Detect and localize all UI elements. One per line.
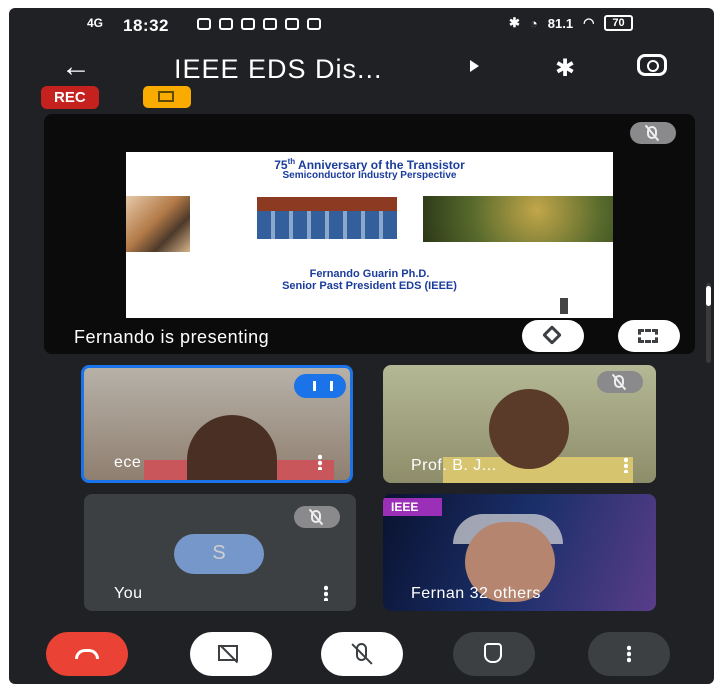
fullscreen-icon[interactable]	[618, 320, 680, 352]
slide-image-fab-top	[257, 197, 397, 211]
participant-tile[interactable]: Prof. B. J...	[383, 365, 656, 483]
bluetooth-status-icon: ✱	[509, 15, 520, 30]
mic-off-icon	[597, 371, 643, 393]
mic-off-icon	[294, 506, 340, 528]
more-vert-icon[interactable]	[624, 457, 628, 473]
presentation-tile[interactable]: 75th Anniversary of the Transistor Semic…	[44, 114, 695, 354]
video-face	[187, 415, 277, 480]
participant-name: ece	[114, 454, 142, 471]
battery-indicator: 70	[604, 15, 633, 31]
slide-image-transistor	[126, 196, 190, 252]
eds-logo	[560, 298, 600, 314]
camera-toggle-button[interactable]	[190, 632, 272, 676]
meeting-title[interactable]: IEEE EDS Dis...	[174, 54, 383, 85]
participant-name: You	[114, 585, 143, 602]
notification-icons	[197, 18, 321, 30]
participant-tile[interactable]: ece	[81, 365, 353, 483]
captions-off-icon[interactable]	[143, 86, 191, 108]
chat-icon	[285, 18, 299, 30]
ieee-badge: IEEE	[383, 498, 443, 516]
gallery-icon	[197, 18, 211, 30]
recording-badge: REC	[41, 86, 99, 109]
network-speed: 81.1	[547, 15, 574, 31]
raise-hand-button[interactable]	[453, 632, 535, 676]
phone-screen: 4G 18:32 ✱ ◔ 81.1 ◠ 70 ← IEEE EDS Dis...…	[9, 8, 714, 684]
bluetooth-icon[interactable]: ✱	[555, 54, 575, 83]
avatar: S	[174, 534, 264, 574]
status-right: ✱ ◔ 81.1 ◠ 70	[509, 15, 633, 31]
top-app-bar: ← IEEE EDS Dis... ✱	[9, 48, 714, 88]
alarm-icon: ◔	[529, 15, 538, 31]
wifi-icon: ◠	[583, 15, 595, 30]
camera-flip-icon[interactable]	[637, 54, 667, 76]
presenting-label: Fernando is presenting	[74, 327, 270, 347]
avatar-letter: S	[212, 542, 226, 564]
whatsapp-icon	[219, 18, 233, 30]
signal-indicator: 4G	[87, 16, 104, 30]
slide-subtitle: Semiconductor Industry Perspective	[282, 170, 457, 181]
call-controls	[9, 622, 714, 684]
mic-toggle-button[interactable]	[321, 632, 403, 676]
youtube-icon	[263, 18, 277, 30]
chevron-right-icon[interactable]	[470, 60, 479, 72]
speaking-indicator-icon	[294, 374, 346, 398]
shared-slide: 75th Anniversary of the Transistor Semic…	[126, 152, 613, 318]
video-face	[489, 389, 569, 469]
mic-off-icon	[630, 122, 676, 144]
slide-image-wafer	[423, 196, 613, 242]
participant-tile-self[interactable]: S You	[84, 494, 356, 611]
more-vert-icon[interactable]	[318, 454, 322, 470]
status-time: 18:32	[123, 16, 169, 35]
participant-name: Fernan 32 others	[411, 585, 541, 602]
arrow-left-icon[interactable]: ←	[61, 52, 91, 82]
slide-presenter-role: Senior Past President EDS (IEEE)	[282, 280, 457, 292]
end-call-button[interactable]	[46, 632, 128, 676]
slide-presenter: Fernando Guarin Ph.D.	[309, 268, 430, 280]
participant-tile-others[interactable]: IEEE Fernan 32 others	[383, 494, 656, 611]
participant-name: Prof. B. J...	[411, 457, 497, 474]
more-options-button[interactable]	[588, 632, 670, 676]
status-bar: 4G 18:32 ✱ ◔ 81.1 ◠ 70	[9, 8, 714, 42]
pin-icon[interactable]	[522, 320, 584, 352]
calendar-icon	[307, 18, 321, 30]
scrollbar-thumb[interactable]	[706, 286, 711, 306]
more-vert-icon[interactable]	[324, 585, 328, 601]
app-icon	[241, 18, 255, 30]
